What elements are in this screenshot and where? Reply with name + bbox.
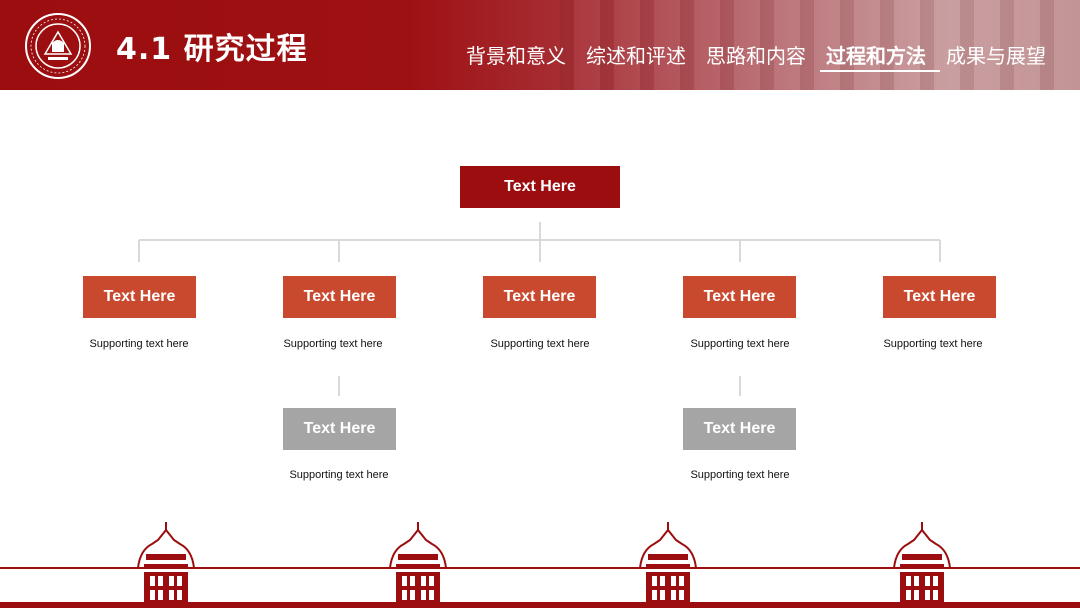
- org-node-2-support: Supporting text here: [283, 338, 383, 350]
- org-node-2: Text Here: [283, 276, 396, 318]
- org-node-5: Text Here: [883, 276, 996, 318]
- org-node-1-support: Supporting text here: [89, 338, 189, 350]
- org-node-3-support: Supporting text here: [490, 338, 590, 350]
- org-node-1: Text Here: [83, 276, 196, 318]
- org-node-4-support: Supporting text here: [690, 338, 790, 350]
- org-subnode-4: Text Here: [683, 408, 796, 450]
- org-node-4: Text Here: [683, 276, 796, 318]
- org-subnode-2-support: Supporting text here: [289, 469, 389, 481]
- footer-building-decoration: [0, 521, 1080, 608]
- org-subnode-4-support: Supporting text here: [690, 469, 790, 481]
- org-subnode-2: Text Here: [283, 408, 396, 450]
- org-root-box: Text Here: [460, 166, 620, 208]
- org-node-5-support: Supporting text here: [883, 338, 983, 350]
- org-node-3: Text Here: [483, 276, 596, 318]
